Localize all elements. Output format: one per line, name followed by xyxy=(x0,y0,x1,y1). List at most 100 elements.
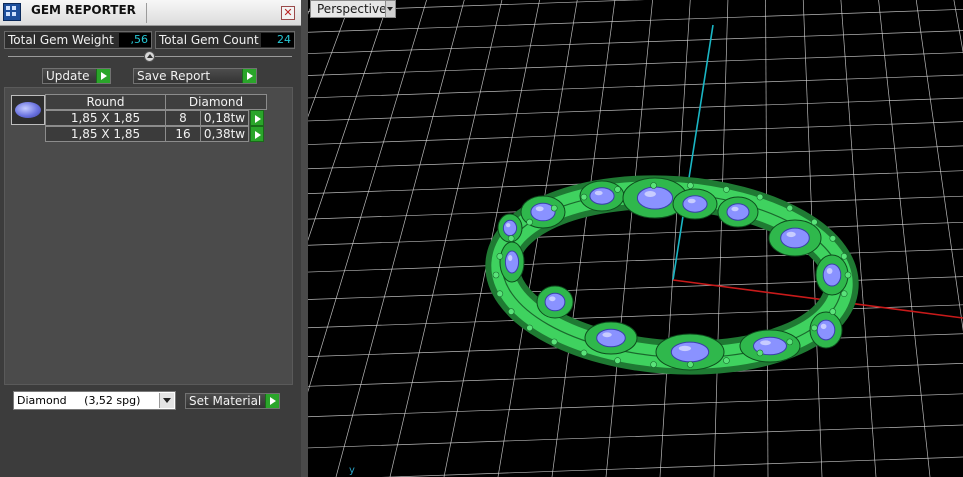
grid-line xyxy=(308,248,963,273)
gem-prong xyxy=(650,182,657,189)
gem-highlight xyxy=(594,190,603,196)
gem-highlight xyxy=(826,268,833,274)
gem-highlight xyxy=(549,296,556,302)
play-icon xyxy=(96,69,110,83)
gem-stone xyxy=(589,187,615,205)
gem-highlight xyxy=(760,340,771,346)
title-separator xyxy=(146,3,147,23)
gem-reporter-panel: GEM REPORTER ✕ Total Gem Weight ,56 Tota… xyxy=(0,0,301,477)
gem-stone xyxy=(544,292,566,312)
gem-prong xyxy=(811,218,818,226)
gem-highlight xyxy=(506,223,511,228)
gem-prong xyxy=(614,357,621,364)
grid-line xyxy=(713,0,729,477)
grid-line xyxy=(308,74,963,99)
set-material-label: Set Material xyxy=(189,394,262,408)
save-report-button[interactable]: Save Report xyxy=(133,68,257,84)
gem-prong xyxy=(550,338,558,346)
gem-highlight xyxy=(535,206,544,212)
play-icon[interactable] xyxy=(250,110,264,126)
slider-handle[interactable] xyxy=(144,51,155,62)
gem-stone xyxy=(816,319,836,341)
gem-highlight xyxy=(820,323,827,330)
update-button[interactable]: Update xyxy=(42,68,111,84)
y-axis-line xyxy=(672,24,714,281)
gem-prong xyxy=(614,186,621,193)
play-icon[interactable] xyxy=(250,126,264,142)
gem-highlight xyxy=(508,255,513,261)
construction-grid xyxy=(308,0,963,477)
gem-prong xyxy=(526,218,533,226)
view-mode-label: Perspective xyxy=(317,2,387,16)
grid-line xyxy=(878,0,931,477)
grid-line xyxy=(308,221,963,246)
gem-prong xyxy=(840,290,848,298)
viewport-canvas[interactable]: y xyxy=(308,0,963,477)
grid-line xyxy=(915,0,963,332)
grid-line xyxy=(308,276,963,300)
gem-highlight xyxy=(602,332,612,338)
gem-prong xyxy=(723,186,730,193)
gem-prong xyxy=(507,235,515,242)
gem-prong xyxy=(829,235,837,242)
gem-reporter-icon xyxy=(3,3,21,21)
3d-viewport[interactable]: y xyxy=(308,0,963,477)
chevron-down-icon[interactable] xyxy=(385,1,395,17)
grid-line xyxy=(308,0,314,15)
gem-prong xyxy=(580,193,588,201)
gem-prong xyxy=(492,271,500,279)
save-report-label: Save Report xyxy=(137,69,211,83)
gem-stone xyxy=(504,250,520,274)
grid-line xyxy=(840,0,877,477)
play-icon xyxy=(265,394,279,408)
gem-stone xyxy=(682,195,708,213)
gem-prong xyxy=(723,357,730,364)
grid-line xyxy=(389,0,503,477)
gem-stone xyxy=(822,263,842,287)
total-gem-count-field: Total Gem Count 24 xyxy=(155,31,295,49)
gem-prong xyxy=(687,182,694,189)
set-material-button[interactable]: Set Material xyxy=(185,393,280,409)
ring-model[interactable] xyxy=(485,175,859,375)
grid-line xyxy=(308,0,352,118)
gem-prong xyxy=(507,308,515,315)
grid-line xyxy=(308,97,963,122)
gem-stone xyxy=(780,227,810,249)
total-gem-count-label: Total Gem Count xyxy=(159,33,259,47)
gem-prong xyxy=(811,324,818,332)
table-cell-count: 16 xyxy=(165,126,201,142)
panel-divider[interactable] xyxy=(301,0,308,477)
gem-stone xyxy=(670,341,710,363)
grid-line xyxy=(335,0,465,477)
grid-line xyxy=(308,121,963,145)
gem-prong xyxy=(580,349,588,357)
grid-line xyxy=(308,393,963,418)
grid-line xyxy=(551,0,616,477)
title-bar[interactable]: GEM REPORTER ✕ xyxy=(0,0,301,26)
grid-line xyxy=(308,52,963,76)
total-gem-count-value: 24 xyxy=(261,33,294,47)
grid-line xyxy=(308,30,963,54)
table-header-material: Diamond xyxy=(165,94,267,110)
oval-gem-icon xyxy=(15,102,41,118)
material-select[interactable]: Diamond (3,52 spg) xyxy=(13,391,176,410)
material-select-value: Diamond (3,52 spg) xyxy=(17,394,141,407)
view-mode-tab[interactable]: Perspective xyxy=(310,0,396,18)
gem-prong xyxy=(496,252,504,260)
chevron-down-icon[interactable] xyxy=(159,393,174,408)
total-gem-weight-field: Total Gem Weight ,56 xyxy=(4,31,152,49)
gem-prong xyxy=(829,308,837,315)
close-icon[interactable]: ✕ xyxy=(281,6,295,20)
window-title: GEM REPORTER xyxy=(31,3,136,17)
gem-shape-thumbnail[interactable] xyxy=(11,95,45,125)
total-gem-weight-value: ,56 xyxy=(119,33,151,47)
gem-stone xyxy=(530,202,556,222)
grid-line xyxy=(308,0,645,12)
gem-prong xyxy=(844,271,852,279)
grid-line xyxy=(659,0,691,477)
gem-highlight xyxy=(644,191,656,197)
gem-highlight xyxy=(678,345,692,352)
grid-line xyxy=(308,8,963,33)
gem-stone xyxy=(596,328,626,348)
gem-prong xyxy=(786,338,794,346)
